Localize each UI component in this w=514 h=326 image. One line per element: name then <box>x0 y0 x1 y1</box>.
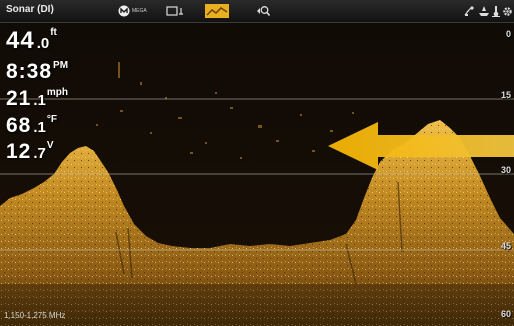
voltage-readout: 12.7V <box>6 140 54 164</box>
speed-readout: 21.1mph <box>6 87 68 111</box>
sonar-display[interactable] <box>0 22 514 326</box>
time-readout: 8:38PM <box>6 60 68 84</box>
chart-view-button[interactable] <box>166 3 184 19</box>
depth-scale-label: 0 <box>505 29 511 39</box>
depth-readout: 44.0ft <box>6 27 57 55</box>
view-title: Sonar (DI) <box>6 4 54 15</box>
depth-decimal: .0 <box>36 35 50 52</box>
time-value: 8:38 <box>6 60 53 83</box>
depth-scale-label: 15 <box>500 90 511 100</box>
deep-bottom <box>0 284 514 326</box>
temperature-status <box>492 3 500 19</box>
mega-button[interactable]: MEGA <box>118 3 147 19</box>
depth-unit: ft <box>50 27 57 38</box>
speed-value: 21 <box>6 87 32 110</box>
depth-scale-label: 60 <box>500 309 511 319</box>
gps-icon <box>464 6 474 16</box>
sonar-view-icon <box>205 4 229 18</box>
boat-icon <box>479 6 489 16</box>
zoom-icon <box>257 6 270 16</box>
settings-button[interactable] <box>502 3 513 19</box>
mega-label: MEGA <box>132 8 147 14</box>
temperature-unit: °F <box>46 114 57 125</box>
boat-status <box>479 3 489 19</box>
gps-status <box>464 3 475 19</box>
sonar-screen: Sonar (DI) MEGA 44 .0ft 8:38PM 21 .1mph … <box>0 0 514 326</box>
sonar-view-button[interactable] <box>205 3 229 19</box>
depth-scale-label: 45 <box>500 241 511 251</box>
temperature-icon <box>492 6 500 17</box>
chart-view-icon <box>166 6 183 16</box>
mega-icon <box>118 5 130 17</box>
frequency-label: 1,150-1,275 MHz <box>4 311 66 320</box>
speed-unit: mph <box>46 87 68 98</box>
temperature-value: 68 <box>6 114 32 137</box>
time-unit: PM <box>53 60 69 71</box>
voltage-unit: V <box>46 140 54 151</box>
voltage-value: 12 <box>6 140 32 163</box>
voltage-decimal: .7 <box>33 145 46 162</box>
depth-scale-label: 30 <box>500 165 511 175</box>
top-status-bar: Sonar (DI) MEGA <box>0 0 514 23</box>
zoom-button[interactable] <box>256 3 270 19</box>
temperature-readout: 68.1°F <box>6 114 57 138</box>
gear-icon <box>503 6 512 16</box>
temperature-decimal: .1 <box>33 119 46 136</box>
speed-decimal: .1 <box>33 92 46 109</box>
depth-value: 44 <box>6 27 35 54</box>
sonar-image <box>0 22 514 326</box>
